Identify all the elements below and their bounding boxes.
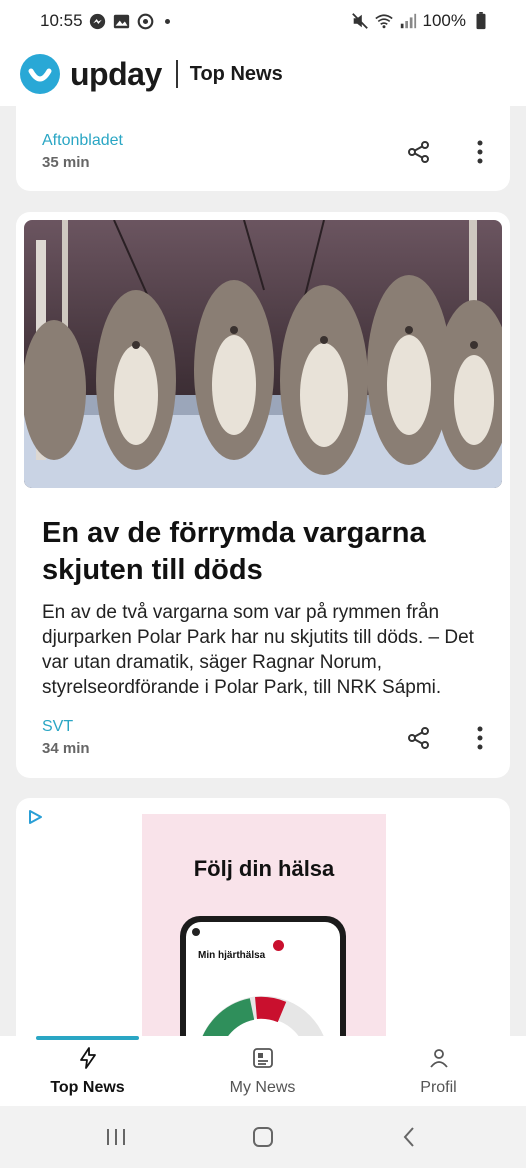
status-time: 10:55 xyxy=(40,11,83,30)
back-icon[interactable] xyxy=(397,1124,423,1150)
wifi-icon xyxy=(374,12,393,30)
article-time: 35 min xyxy=(42,154,90,171)
news-feed[interactable]: Aftonbladet 35 min En av de förrymda var… xyxy=(0,106,526,1036)
nav-my-news[interactable]: My News xyxy=(175,1046,350,1097)
nav-label: My News xyxy=(229,1079,296,1096)
messenger-icon xyxy=(89,12,107,30)
article-card[interactable]: En av de förrymda vargarna skjuten till … xyxy=(16,212,510,778)
share-icon[interactable] xyxy=(406,139,432,165)
article-image[interactable] xyxy=(24,220,502,488)
nav-label: Top News xyxy=(50,1079,125,1096)
battery-percent: 100% xyxy=(422,11,466,30)
status-left: 10:55 xyxy=(40,11,170,31)
section-title: Top News xyxy=(189,62,283,85)
notification-dot xyxy=(164,18,170,24)
battery-icon xyxy=(472,12,490,30)
article-card[interactable]: Aftonbladet 35 min xyxy=(16,106,510,191)
ad-card[interactable]: Följ din hälsa Min hjärthälsa xyxy=(16,798,510,1036)
title-divider xyxy=(175,60,178,88)
more-options-icon[interactable] xyxy=(476,139,484,165)
phone-screen: Min hjärthälsa xyxy=(186,922,340,1036)
adchoices-icon[interactable] xyxy=(26,808,44,826)
nav-top-news[interactable]: Top News xyxy=(0,1046,175,1097)
brand-name: upday xyxy=(70,55,162,92)
share-icon[interactable] xyxy=(406,725,432,751)
more-options-icon[interactable] xyxy=(476,725,484,751)
upday-logo-icon xyxy=(20,54,60,94)
mute-icon xyxy=(351,12,369,30)
news-icon xyxy=(251,1046,275,1075)
article-title[interactable]: En av de förrymda vargarna skjuten till … xyxy=(42,515,472,589)
ad-creative[interactable]: Följ din hälsa Min hjärthälsa xyxy=(142,814,386,1036)
article-time: 34 min xyxy=(42,740,90,757)
status-bar: 10:55 100% xyxy=(0,0,526,42)
app-bar: upday Top News xyxy=(0,42,526,106)
nav-label: Profil xyxy=(420,1079,457,1096)
home-icon[interactable] xyxy=(250,1124,276,1150)
article-source[interactable]: Aftonbladet xyxy=(42,132,123,150)
recent-apps-icon[interactable] xyxy=(103,1124,129,1150)
article-source[interactable]: SVT xyxy=(42,718,73,736)
bottom-navigation: Top News My News Profil xyxy=(0,1036,526,1106)
phone-illustration: Min hjärthälsa xyxy=(180,916,346,1036)
active-tab-indicator xyxy=(36,1036,139,1040)
notification-badge xyxy=(273,940,284,951)
person-icon xyxy=(427,1046,451,1075)
article-summary[interactable]: En av de två vargarna som var på rymmen … xyxy=(42,600,492,700)
nav-profil[interactable]: Profil xyxy=(351,1046,526,1097)
lightning-icon xyxy=(76,1046,100,1075)
app-icon xyxy=(137,12,155,30)
signal-icon xyxy=(399,12,417,30)
status-right: 100% xyxy=(351,11,490,31)
gallery-icon xyxy=(113,12,131,30)
system-navigation-bar xyxy=(0,1106,526,1168)
ad-headline: Följ din hälsa xyxy=(193,856,335,881)
